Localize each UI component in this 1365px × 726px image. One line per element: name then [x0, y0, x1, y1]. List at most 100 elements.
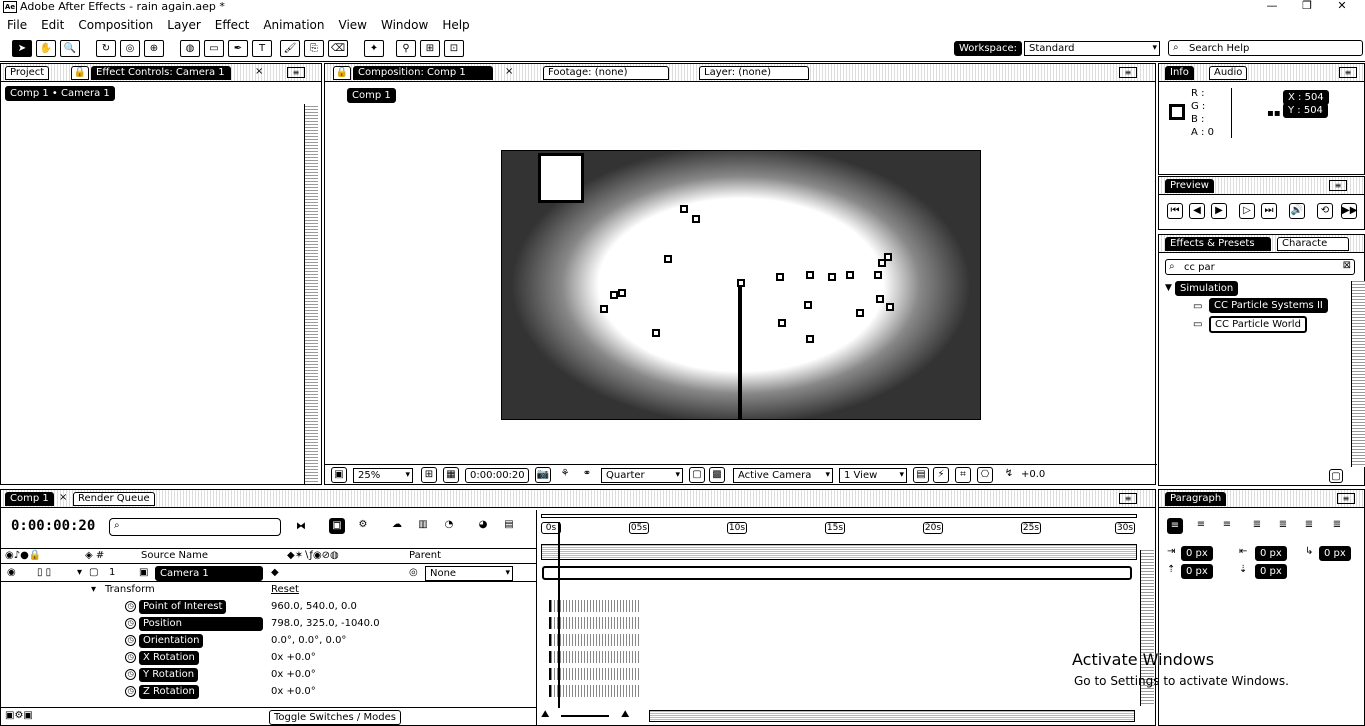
draft-3d-icon[interactable]: ⚙	[355, 518, 371, 534]
property-value[interactable]: 0x +0.0°	[271, 650, 316, 665]
panel-menu-icon[interactable]: ≡	[1337, 493, 1355, 504]
property-row[interactable]: ◷ Point of Interest 960.0, 540.0, 0.0	[1, 599, 536, 616]
timeline-icon[interactable]: ⌗	[955, 467, 971, 483]
tab-effect-controls[interactable]: Effect Controls: Camera 1	[91, 66, 231, 80]
property-row[interactable]: ◷ Orientation 0.0°, 0.0°, 0.0°	[1, 633, 536, 650]
parent-dropdown[interactable]: None	[425, 566, 513, 581]
always-preview-icon[interactable]: ▣	[331, 467, 347, 483]
fast-previews-icon[interactable]: ⚡	[933, 467, 949, 483]
minimize-button[interactable]: —	[1257, 0, 1287, 14]
justify-center-icon[interactable]: ≣	[1275, 518, 1291, 534]
composition-viewer[interactable]	[501, 150, 981, 420]
panel-menu-icon[interactable]: ≡	[287, 67, 305, 78]
close-tab-icon[interactable]: ×	[255, 66, 263, 78]
align-right-icon[interactable]: ≡	[1219, 518, 1235, 534]
panel-menu-icon[interactable]: ≡	[1119, 493, 1137, 504]
layer-name[interactable]: Camera 1	[155, 566, 263, 581]
last-frame-icon[interactable]: ⏭	[1261, 203, 1277, 219]
clear-search-icon[interactable]: ⊠	[1343, 260, 1351, 271]
column-source-name[interactable]: Source Name	[141, 550, 208, 561]
loop-icon[interactable]: ⟲	[1317, 203, 1333, 219]
justify-left-icon[interactable]: ≣	[1249, 518, 1265, 534]
selection-tool-icon[interactable]: ➤	[12, 40, 32, 57]
property-row[interactable]: ◷ Position 798.0, 325.0, -1040.0	[1, 616, 536, 633]
expand-transform-icon[interactable]: ▾	[91, 582, 96, 597]
play-icon[interactable]: ▶	[1211, 203, 1227, 219]
layer-row[interactable]: ◉ ▯ ▯ ▾ ▢ 1 ▣ Camera 1 ◆ ◎ None	[1, 565, 536, 582]
stopwatch-icon[interactable]: ◷	[125, 601, 136, 612]
tab-preview[interactable]: Preview	[1165, 179, 1214, 193]
label-color-box[interactable]: ▢	[89, 565, 98, 580]
zoom-slider[interactable]	[561, 715, 609, 717]
view-layout-dropdown[interactable]: 1 View	[839, 468, 907, 483]
eye-icon[interactable]: ◉	[7, 565, 16, 580]
stopwatch-icon[interactable]: ◷	[125, 652, 136, 663]
footer-icons[interactable]: ▣⚙▣	[5, 710, 33, 721]
axis-world-icon[interactable]: ⊞	[420, 40, 440, 57]
menu-edit[interactable]: Edit	[34, 15, 71, 35]
tab-comp[interactable]: Comp 1	[5, 492, 54, 506]
menu-window[interactable]: Window	[374, 15, 435, 35]
property-row[interactable]: ◷ Y Rotation 0x +0.0°	[1, 667, 536, 684]
current-time-indicator[interactable]	[558, 522, 560, 708]
expand-layer-icon[interactable]: ▾	[77, 565, 82, 580]
property-value[interactable]: 960.0, 540.0, 0.0	[271, 599, 357, 614]
tab-footage[interactable]: Footage: (none)	[543, 66, 669, 80]
indent-first-value[interactable]: 0 px	[1319, 546, 1351, 561]
stopwatch-icon[interactable]: ◷	[125, 618, 136, 629]
stopwatch-icon[interactable]: ◷	[125, 669, 136, 680]
resolution-dropdown[interactable]: Quarter	[601, 468, 683, 483]
effect-item-cc-particle-systems[interactable]: CC Particle Systems II	[1209, 298, 1328, 313]
pick-whip-icon[interactable]: ◎	[409, 565, 418, 580]
close-tab-icon[interactable]: ×	[505, 66, 513, 78]
workspace-dropdown[interactable]: Standard	[1024, 41, 1160, 56]
snapshot-icon[interactable]: 📷	[535, 467, 551, 483]
align-center-icon[interactable]: ≡	[1193, 518, 1209, 534]
camera-target[interactable]	[737, 279, 745, 287]
show-snapshot-icon[interactable]: ⚘	[557, 467, 573, 483]
search-help-field[interactable]: ⌕ Search Help	[1168, 40, 1363, 56]
exposure-value[interactable]: +0.0	[1021, 467, 1045, 482]
property-value[interactable]: 798.0, 325.0, -1040.0	[271, 616, 380, 631]
layer-duration-bar[interactable]	[542, 566, 1132, 580]
pan-behind-tool-icon[interactable]: ◍	[180, 40, 200, 57]
expand-triangle-icon[interactable]: ▼	[1165, 283, 1172, 293]
align-left-icon[interactable]: ≡	[1167, 518, 1183, 534]
previous-frame-icon[interactable]: ◀	[1189, 203, 1205, 219]
frame-blending-icon[interactable]: ▥	[415, 518, 431, 534]
justify-right-icon[interactable]: ≣	[1301, 518, 1317, 534]
tab-character[interactable]: Characte	[1277, 237, 1349, 251]
ram-preview-icon[interactable]: ▶▶	[1341, 203, 1357, 219]
stopwatch-icon[interactable]: ◷	[125, 635, 136, 646]
menu-help[interactable]: Help	[435, 15, 476, 35]
menu-composition[interactable]: Composition	[71, 15, 160, 35]
orbit-camera-tool-icon[interactable]: ◎	[120, 40, 140, 57]
audio-icon[interactable]: 🔊	[1289, 203, 1305, 219]
axis-local-icon[interactable]: ⚲	[396, 40, 416, 57]
comp-mini-flowchart-icon[interactable]: ⧓	[293, 520, 309, 536]
menu-layer[interactable]: Layer	[160, 15, 207, 35]
puppet-tool-icon[interactable]: ✦	[364, 40, 384, 57]
live-update-icon[interactable]: ▣	[329, 518, 345, 534]
brush-tool-icon[interactable]: 🖌	[280, 40, 300, 57]
hide-shy-icon[interactable]: ☁	[389, 518, 405, 534]
pen-tool-icon[interactable]: ✒	[228, 40, 248, 57]
menu-effect[interactable]: Effect	[208, 15, 257, 35]
toggle-switches-modes-button[interactable]: Toggle Switches / Modes	[269, 710, 401, 725]
property-row[interactable]: ◷ X Rotation 0x +0.0°	[1, 650, 536, 667]
timeline-search-field[interactable]: ⌕	[109, 518, 281, 536]
menu-file[interactable]: File	[0, 15, 34, 35]
property-value[interactable]: 0.0°, 0.0°, 0.0°	[271, 633, 346, 648]
mask-tool-icon[interactable]: ▭	[204, 40, 224, 57]
horizontal-scrollbar[interactable]	[649, 710, 1135, 722]
solo-box[interactable]: ▯ ▯	[37, 565, 51, 580]
justify-all-icon[interactable]: ≣	[1329, 518, 1345, 534]
effect-item-cc-particle-world[interactable]: CC Particle World	[1209, 316, 1307, 333]
panel-menu-icon[interactable]: ≡	[1339, 67, 1357, 78]
motion-blur-icon[interactable]: ◔	[441, 518, 457, 534]
reset-link[interactable]: Reset	[271, 582, 299, 597]
menu-animation[interactable]: Animation	[256, 15, 331, 35]
property-row[interactable]: ◷ Z Rotation 0x +0.0°	[1, 684, 536, 701]
track-camera-tool-icon[interactable]: ⊕	[144, 40, 164, 57]
property-value[interactable]: 0x +0.0°	[271, 667, 316, 682]
